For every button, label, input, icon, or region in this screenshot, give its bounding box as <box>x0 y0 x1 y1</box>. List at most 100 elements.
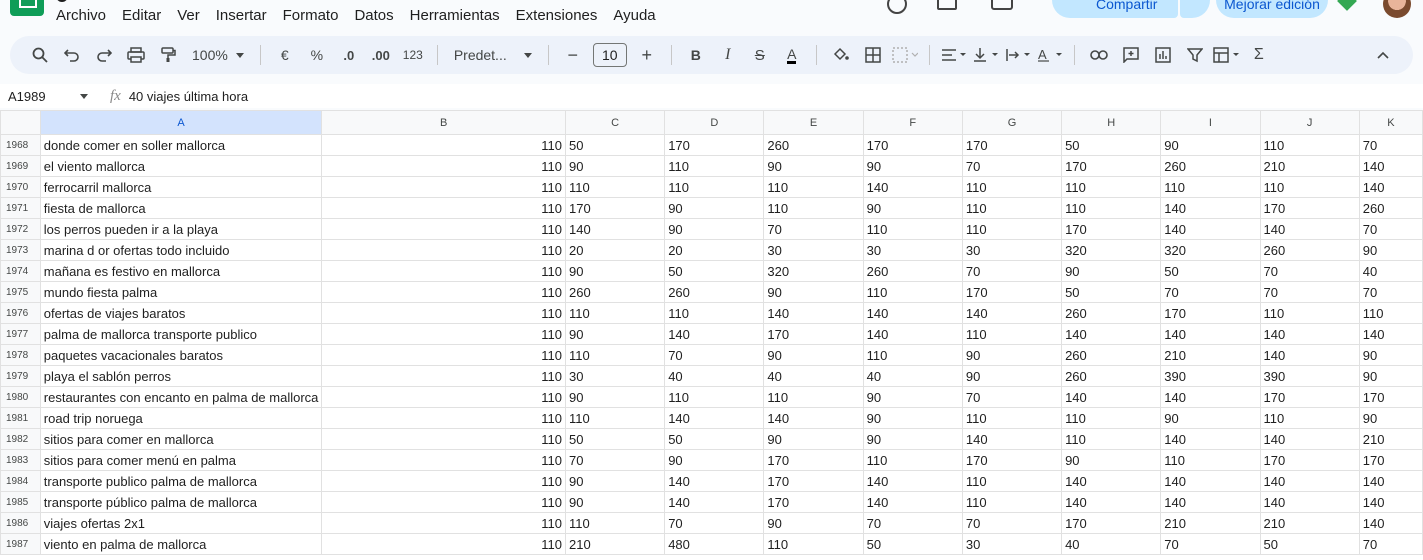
cell-f[interactable]: 110 <box>862 218 963 240</box>
row-header[interactable]: 1974 <box>0 260 41 282</box>
cell-k[interactable]: 40 <box>1358 260 1423 282</box>
text-rotation-icon[interactable]: A <box>1036 41 1064 69</box>
cell-h[interactable]: 50 <box>1061 281 1162 303</box>
cell-i[interactable]: 90 <box>1160 407 1261 429</box>
cell-d[interactable]: 110 <box>664 176 765 198</box>
cell-f[interactable]: 90 <box>862 197 963 219</box>
cell-d[interactable]: 480 <box>664 533 765 555</box>
cell-d[interactable]: 110 <box>664 155 765 177</box>
cell-k[interactable]: 170 <box>1358 449 1423 471</box>
cell-j[interactable]: 210 <box>1259 512 1360 534</box>
insert-link-icon[interactable] <box>1085 41 1113 69</box>
cell-a[interactable]: el viento mallorca <box>39 155 323 177</box>
bold-button[interactable]: B <box>682 41 710 69</box>
print-icon[interactable] <box>122 41 150 69</box>
cell-g[interactable]: 110 <box>961 323 1063 345</box>
row-header[interactable]: 1981 <box>0 407 41 429</box>
cell-b[interactable]: 110 <box>321 302 566 324</box>
column-header-j[interactable]: J <box>1259 110 1360 135</box>
search-menus-icon[interactable] <box>26 41 54 69</box>
cell-g[interactable]: 30 <box>961 533 1063 555</box>
cell-g[interactable]: 70 <box>961 260 1063 282</box>
cell-j[interactable]: 110 <box>1259 134 1360 156</box>
cell-e[interactable]: 90 <box>763 428 864 450</box>
cell-k[interactable]: 90 <box>1358 407 1423 429</box>
cell-j[interactable]: 140 <box>1259 344 1360 366</box>
cell-g[interactable]: 110 <box>961 407 1063 429</box>
cell-e[interactable]: 140 <box>763 407 864 429</box>
cell-f[interactable]: 90 <box>862 407 963 429</box>
cell-b[interactable]: 110 <box>321 344 566 366</box>
cell-f[interactable]: 90 <box>862 386 963 408</box>
cell-a[interactable]: fiesta de mallorca <box>39 197 323 219</box>
cell-g[interactable]: 70 <box>961 155 1063 177</box>
row-header[interactable]: 1977 <box>0 323 41 345</box>
cell-k[interactable]: 70 <box>1358 281 1423 303</box>
cell-e[interactable]: 70 <box>763 218 864 240</box>
menu-ayuda[interactable]: Ayuda <box>605 6 663 26</box>
cell-c[interactable]: 70 <box>564 449 666 471</box>
cell-d[interactable]: 110 <box>664 302 765 324</box>
cell-i[interactable]: 110 <box>1160 176 1261 198</box>
cell-e[interactable]: 320 <box>763 260 864 282</box>
cell-k[interactable]: 170 <box>1358 386 1423 408</box>
cell-a[interactable]: donde comer en soller mallorca <box>39 134 323 156</box>
cell-h[interactable]: 170 <box>1061 218 1162 240</box>
cell-k[interactable]: 140 <box>1358 176 1423 198</box>
vertical-align-icon[interactable] <box>972 41 1000 69</box>
insert-comment-icon[interactable] <box>1117 41 1145 69</box>
cell-b[interactable]: 110 <box>321 428 566 450</box>
cell-e[interactable]: 170 <box>763 323 864 345</box>
cell-d[interactable]: 50 <box>664 260 765 282</box>
sheets-logo-icon[interactable] <box>10 0 44 16</box>
cell-h[interactable]: 90 <box>1061 449 1162 471</box>
insert-chart-icon[interactable] <box>1149 41 1177 69</box>
cell-k[interactable]: 140 <box>1358 323 1423 345</box>
row-header[interactable]: 1978 <box>0 344 41 366</box>
cell-e[interactable]: 140 <box>763 302 864 324</box>
cell-k[interactable]: 70 <box>1358 218 1423 240</box>
cell-k[interactable]: 140 <box>1358 155 1423 177</box>
cell-i[interactable]: 140 <box>1160 428 1261 450</box>
cell-i[interactable]: 140 <box>1160 218 1261 240</box>
filter-icon[interactable] <box>1181 41 1209 69</box>
cell-f[interactable]: 30 <box>862 239 963 261</box>
cell-i[interactable]: 170 <box>1160 302 1261 324</box>
cell-h[interactable]: 110 <box>1061 428 1162 450</box>
cell-j[interactable]: 170 <box>1259 449 1360 471</box>
cell-i[interactable]: 390 <box>1160 365 1261 387</box>
cell-j[interactable]: 70 <box>1259 260 1360 282</box>
column-header-a[interactable]: A <box>39 110 323 135</box>
cell-e[interactable]: 90 <box>763 512 864 534</box>
column-header-g[interactable]: G <box>961 110 1063 135</box>
cell-g[interactable]: 170 <box>961 281 1063 303</box>
cell-h[interactable]: 90 <box>1061 260 1162 282</box>
cell-c[interactable]: 90 <box>564 323 666 345</box>
currency-format-button[interactable]: € <box>271 41 299 69</box>
cell-i[interactable]: 90 <box>1160 134 1261 156</box>
cell-j[interactable]: 140 <box>1259 428 1360 450</box>
cell-j[interactable]: 170 <box>1259 386 1360 408</box>
cell-e[interactable]: 30 <box>763 239 864 261</box>
cell-i[interactable]: 260 <box>1160 155 1261 177</box>
cell-a[interactable]: paquetes vacacionales baratos <box>39 344 323 366</box>
cell-i[interactable]: 50 <box>1160 260 1261 282</box>
functions-button[interactable]: Σ <box>1245 41 1273 69</box>
column-header-c[interactable]: C <box>564 110 666 135</box>
cell-g[interactable]: 90 <box>961 344 1063 366</box>
cell-d[interactable]: 140 <box>664 407 765 429</box>
font-size-input[interactable]: 10 <box>592 43 627 67</box>
cell-f[interactable]: 110 <box>862 281 963 303</box>
cell-h[interactable]: 170 <box>1061 512 1162 534</box>
cell-a[interactable]: ofertas de viajes baratos <box>39 302 323 324</box>
cell-g[interactable]: 140 <box>961 302 1063 324</box>
row-header[interactable]: 1982 <box>0 428 41 450</box>
cell-c[interactable]: 90 <box>564 470 666 492</box>
horizontal-align-icon[interactable] <box>940 41 968 69</box>
redo-icon[interactable] <box>90 41 118 69</box>
cell-k[interactable]: 140 <box>1358 491 1423 513</box>
cell-b[interactable]: 110 <box>321 407 566 429</box>
cell-c[interactable]: 50 <box>564 134 666 156</box>
increase-font-size-button[interactable]: + <box>633 41 661 69</box>
menu-archivo[interactable]: Archivo <box>48 6 114 26</box>
